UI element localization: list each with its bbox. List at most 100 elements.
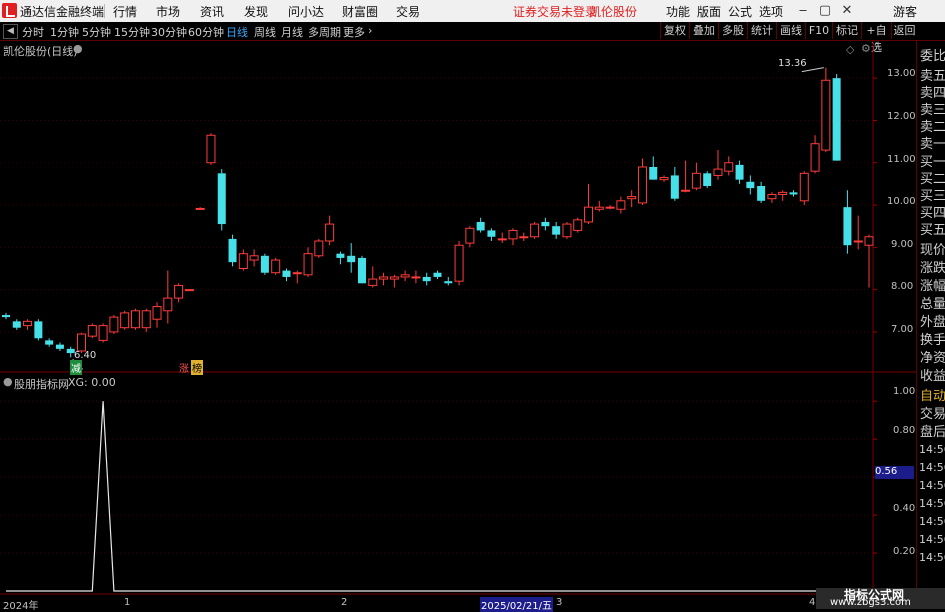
candle-body bbox=[508, 229, 518, 240]
candle-body bbox=[282, 270, 291, 277]
candle-body bbox=[594, 206, 604, 210]
candle-body bbox=[130, 310, 140, 329]
watermark: 指标公式网 www.zbgs3.com bbox=[816, 588, 945, 609]
period-more[interactable]: 更多 bbox=[343, 24, 365, 40]
menu-gongshi[interactable]: 公式 bbox=[728, 3, 752, 20]
period-multi[interactable]: 多周期 bbox=[308, 24, 341, 40]
trade-login-status[interactable]: 证券交易未登录 bbox=[513, 3, 597, 20]
kline-chart[interactable] bbox=[0, 0, 945, 609]
back-button[interactable]: 返回 bbox=[891, 22, 917, 39]
minimize-icon[interactable]: ‒ bbox=[792, 0, 814, 22]
trade-time: 14:56 bbox=[919, 533, 945, 546]
high-price-label: 13.36 bbox=[778, 58, 807, 69]
menu-hangqing[interactable]: 行情 bbox=[113, 3, 137, 20]
duogu-button[interactable]: 多股 bbox=[718, 22, 747, 39]
tongji-button[interactable]: 统计 bbox=[747, 22, 776, 39]
period-15min[interactable]: 15分钟 bbox=[114, 24, 150, 40]
candle-body bbox=[271, 259, 281, 274]
candle-body bbox=[843, 207, 852, 246]
candle-body bbox=[864, 236, 874, 246]
candle-body bbox=[238, 253, 248, 269]
candle-body bbox=[853, 240, 863, 243]
biaoji-button[interactable]: 标记 bbox=[832, 22, 861, 39]
menu-caifuquan[interactable]: 财富圈 bbox=[342, 3, 378, 20]
quote-after-hours[interactable]: 盘后 bbox=[920, 421, 945, 440]
restore-icon[interactable]: ▢ bbox=[814, 0, 836, 22]
candle-body bbox=[713, 168, 723, 176]
quote-trade[interactable]: 交易 bbox=[920, 403, 945, 422]
user-label[interactable]: 游客 bbox=[893, 3, 917, 20]
candle-body bbox=[541, 221, 550, 227]
scroll-left-icon[interactable]: ◀ bbox=[3, 24, 18, 39]
period-60min[interactable]: 60分钟 bbox=[188, 24, 224, 40]
marker-jian[interactable]: 减 bbox=[70, 360, 82, 375]
quote-change-pct: 涨幅 bbox=[920, 279, 945, 294]
candle-body bbox=[584, 206, 594, 223]
x-label-4: 4 bbox=[809, 597, 816, 608]
candle-body bbox=[497, 238, 507, 241]
period-fenshi[interactable]: 分时 bbox=[22, 24, 44, 40]
period-1min[interactable]: 1分钟 bbox=[50, 24, 79, 40]
trade-time: 14:56 bbox=[919, 497, 945, 510]
candle-body bbox=[2, 315, 10, 318]
period-daily[interactable]: 日线 bbox=[226, 24, 248, 40]
period-monthly[interactable]: 月线 bbox=[281, 24, 303, 40]
candle-body bbox=[627, 196, 637, 200]
candle-body bbox=[336, 253, 345, 258]
candle-body bbox=[422, 276, 431, 282]
app-logo-icon bbox=[2, 3, 17, 18]
candle-body bbox=[55, 344, 64, 349]
y-tick-8: 8.00 bbox=[891, 281, 914, 292]
period-toolbar: ◀ 分时 1分钟 5分钟 15分钟 30分钟 60分钟 日线 周线 月线 多周期… bbox=[0, 22, 945, 54]
marker-zhang[interactable]: 涨 bbox=[179, 360, 189, 375]
menu-wenxiaoda[interactable]: 问小达 bbox=[288, 3, 324, 20]
sub-y-tick-02: 0.20 bbox=[893, 546, 916, 557]
candle-body bbox=[476, 221, 485, 231]
gear-icon[interactable]: ⚙ bbox=[861, 42, 871, 55]
candle-body bbox=[767, 193, 777, 200]
period-weekly[interactable]: 周线 bbox=[254, 24, 276, 40]
candle-body bbox=[649, 166, 658, 180]
trade-time: 14:56 bbox=[919, 551, 945, 564]
current-stock-name: 凯伦股份 bbox=[589, 5, 638, 19]
marker-bang[interactable]: 榜 bbox=[191, 360, 203, 375]
period-5min[interactable]: 5分钟 bbox=[82, 24, 111, 40]
sub-panel-settings-icon[interactable]: ● bbox=[3, 375, 13, 388]
diejia-button[interactable]: 叠加 bbox=[689, 22, 718, 39]
title-separator bbox=[104, 4, 105, 18]
chevron-right-icon[interactable]: › bbox=[368, 24, 372, 37]
y-tick-9: 9.00 bbox=[891, 239, 914, 250]
candle-body bbox=[691, 172, 701, 189]
y-tick-12: 12.00 bbox=[887, 111, 916, 122]
close-icon[interactable]: ✕ bbox=[836, 0, 858, 22]
app-title: 通达信金融终端 bbox=[20, 5, 105, 19]
quote-auto[interactable]: 自动 bbox=[920, 385, 945, 404]
candle-body bbox=[411, 276, 421, 279]
menu-banmian[interactable]: 版面 bbox=[697, 3, 721, 20]
fuquan-button[interactable]: 复权 bbox=[660, 22, 689, 39]
menu-faxian[interactable]: 发现 bbox=[244, 3, 268, 20]
panel-settings-icon[interactable]: ● bbox=[73, 42, 83, 55]
sub-y-tick-1: 1.00 bbox=[893, 386, 916, 397]
trade-time: 14:56 bbox=[919, 461, 945, 474]
menu-shichang[interactable]: 市场 bbox=[156, 3, 180, 20]
diamond-icon[interactable]: ◇ bbox=[846, 43, 854, 56]
candle-body bbox=[562, 223, 572, 238]
candle-body bbox=[174, 284, 184, 299]
quote-volume: 总量 bbox=[920, 297, 945, 312]
menu-xuanxiang[interactable]: 选项 bbox=[759, 3, 783, 20]
menu-gongneng[interactable]: 功能 bbox=[666, 3, 690, 20]
candle-body bbox=[120, 312, 130, 329]
quote-eps: 收益 bbox=[920, 369, 945, 384]
period-30min[interactable]: 30分钟 bbox=[151, 24, 187, 40]
candle-body bbox=[314, 240, 324, 257]
huaxian-button[interactable]: 画线 bbox=[776, 22, 805, 39]
candle-body bbox=[616, 200, 626, 210]
menu-zixun[interactable]: 资讯 bbox=[200, 3, 224, 20]
y-tick-13: 13.00 bbox=[887, 68, 916, 79]
add-watchlist-button[interactable]: +自选 bbox=[861, 22, 891, 54]
candle-body bbox=[152, 306, 162, 320]
f10-button[interactable]: F10 bbox=[805, 22, 832, 39]
menu-jiaoyi[interactable]: 交易 bbox=[396, 3, 420, 20]
quote-sell1: 卖一 bbox=[920, 137, 945, 152]
